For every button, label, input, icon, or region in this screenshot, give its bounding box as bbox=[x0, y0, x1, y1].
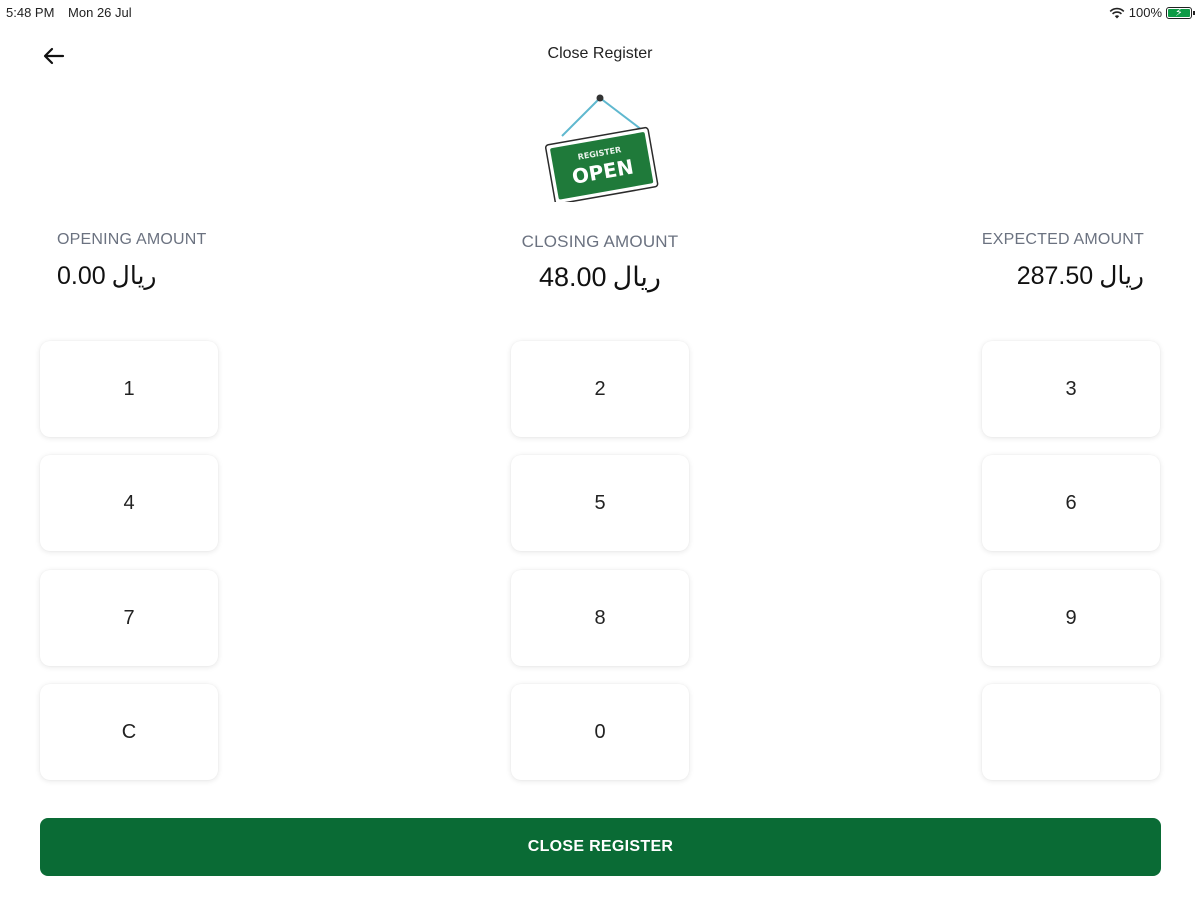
keypad-key-8[interactable]: 8 bbox=[511, 570, 689, 666]
keypad-key-9[interactable]: 9 bbox=[982, 570, 1160, 666]
opening-amount-label: OPENING AMOUNT bbox=[57, 231, 207, 248]
keypad-key-3[interactable]: 3 bbox=[982, 341, 1160, 437]
keypad-key-4[interactable]: 4 bbox=[40, 455, 218, 551]
keypad-key-0[interactable]: 0 bbox=[511, 684, 689, 780]
battery-icon: ⚡ bbox=[1166, 6, 1195, 19]
closing-amount: CLOSING AMOUNT 48.00 ريال bbox=[480, 232, 720, 293]
battery-percent: 100% bbox=[1128, 5, 1162, 20]
status-time: 5:48 PM bbox=[6, 5, 55, 20]
wifi-icon bbox=[1109, 7, 1125, 18]
opening-amount-value: 0.00 ريال bbox=[57, 261, 206, 291]
status-date: Mon 26 Jul bbox=[68, 5, 132, 20]
close-register-button[interactable]: CLOSE REGISTER bbox=[40, 818, 1161, 876]
keypad-key-blank[interactable] bbox=[982, 684, 1160, 780]
opening-amount-number: 0.00 bbox=[57, 262, 106, 290]
currency-symbol: ريال bbox=[1099, 261, 1144, 290]
expected-amount-value: 287.50 ريال bbox=[982, 261, 1144, 291]
expected-amount: EXPECTED AMOUNT 287.50 ريال bbox=[982, 231, 1144, 291]
expected-amount-label: EXPECTED AMOUNT bbox=[981, 231, 1144, 248]
keypad-key-2[interactable]: 2 bbox=[511, 341, 689, 437]
keypad-key-clear[interactable]: C bbox=[40, 684, 218, 780]
keypad-key-7[interactable]: 7 bbox=[40, 570, 218, 666]
page-title: Close Register bbox=[547, 45, 653, 62]
opening-amount: OPENING AMOUNT 0.00 ريال bbox=[57, 231, 206, 291]
keypad-key-5[interactable]: 5 bbox=[511, 455, 689, 551]
keypad-key-1[interactable]: 1 bbox=[40, 341, 218, 437]
keypad-key-6[interactable]: 6 bbox=[982, 455, 1160, 551]
currency-symbol: ريال bbox=[612, 262, 661, 293]
expected-amount-number: 287.50 bbox=[1016, 262, 1094, 290]
currency-symbol: ريال bbox=[111, 261, 157, 290]
register-open-sign: REGISTER OPEN bbox=[544, 94, 659, 202]
status-bar: 5:48 PM Mon 26 Jul 100% ⚡ bbox=[0, 0, 1200, 24]
closing-amount-label: CLOSING AMOUNT bbox=[521, 232, 679, 251]
closing-amount-value: 48.00 ريال bbox=[480, 262, 720, 293]
closing-amount-number: 48.00 bbox=[539, 262, 607, 292]
close-register-button-label: CLOSE REGISTER bbox=[527, 838, 674, 855]
